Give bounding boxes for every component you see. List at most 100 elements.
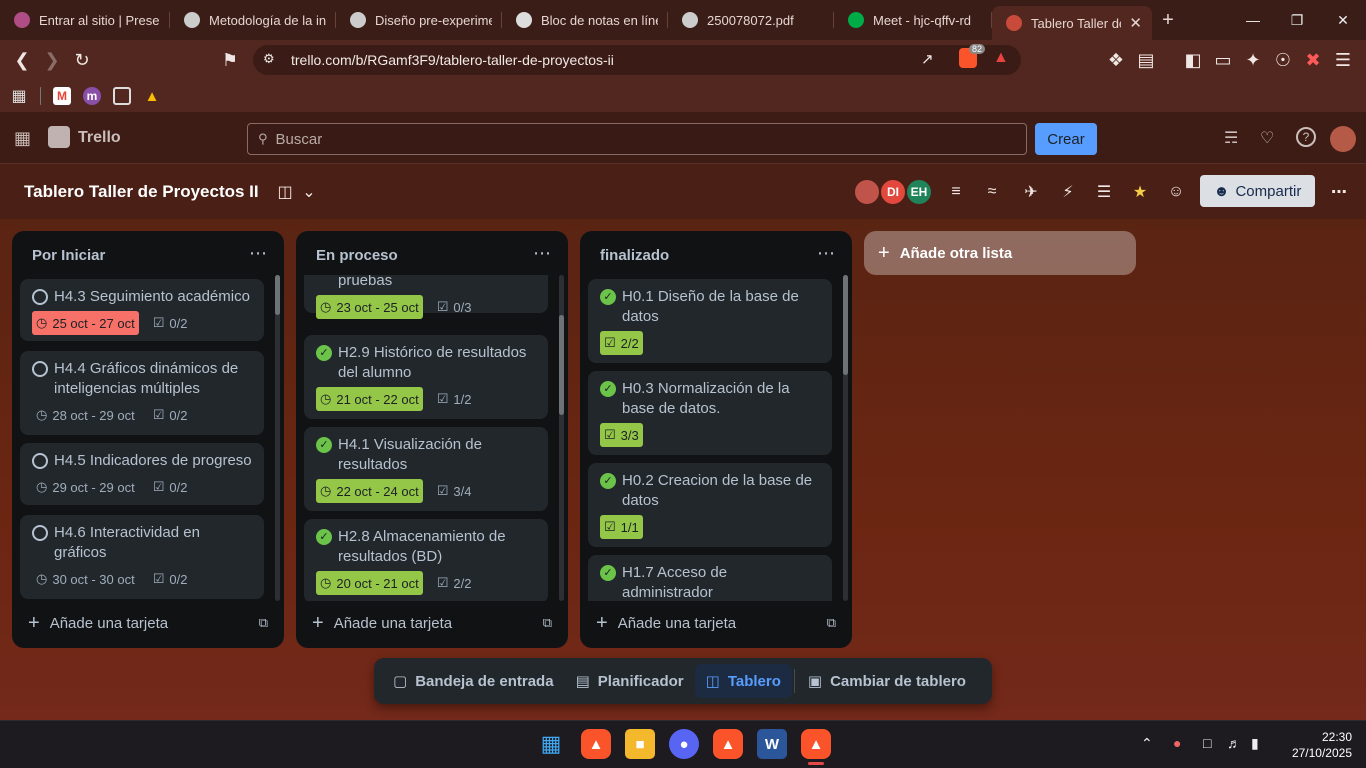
due-date-badge[interactable]: ◷ 29 oct - 29 oct <box>32 475 139 499</box>
classroom-icon[interactable] <box>113 87 131 105</box>
moodle-bookmark-icon[interactable]: m <box>83 87 101 105</box>
reload-icon[interactable]: ↻ <box>67 45 97 75</box>
avatar[interactable] <box>1330 126 1356 152</box>
list-menu-icon[interactable]: ⋯ <box>533 243 552 264</box>
add-card-button[interactable]: + Añade una tarjeta ⧉ <box>28 608 268 638</box>
close-tab-icon[interactable]: ✕ <box>1129 14 1142 32</box>
member-avatar[interactable]: EH <box>905 178 933 206</box>
card[interactable]: ✓H1.7 Acceso de administrador◷18 sept - … <box>588 555 832 601</box>
board-view-icon[interactable]: ◫ <box>274 181 296 203</box>
site-info-icon[interactable]: ⚙ <box>263 51 275 67</box>
list-scrollbar[interactable] <box>275 275 280 601</box>
check-circle-icon[interactable] <box>32 361 48 377</box>
card[interactable]: ✓ H0.3 Normalización de la base de datos.… <box>588 371 832 455</box>
apps-grid-icon[interactable]: ▦ <box>10 87 28 105</box>
list-title[interactable]: finalizado <box>600 247 669 264</box>
list-menu-icon[interactable]: ⋯ <box>817 243 836 264</box>
sidebar-icon[interactable]: ◧ <box>1178 45 1208 75</box>
brave-rewards-icon[interactable]: ▲ <box>993 49 1009 67</box>
file-explorer-icon[interactable]: ■ <box>625 729 655 759</box>
switch-board-button[interactable]: ▣ Cambiar de tablero <box>797 664 977 698</box>
network-icon[interactable]: □ <box>1203 735 1211 751</box>
gmail-icon[interactable]: M <box>53 87 71 105</box>
battery-icon[interactable]: ▮ <box>1251 735 1259 752</box>
microphone-icon[interactable]: ● <box>1173 735 1181 751</box>
close-window-icon[interactable]: ✕ <box>1320 0 1366 40</box>
card[interactable]: H4.6 Interactividad en gráficos ◷ 30 oct -… <box>20 515 264 599</box>
browser-tab[interactable]: Meet - hjc-qffv-rd <box>834 0 992 40</box>
windows-start-icon[interactable]: ▦ <box>536 729 566 759</box>
card[interactable]: ✓ H4.1 Visualización de resultados ◷ 22 oct… <box>304 427 548 511</box>
wallet-icon[interactable]: ▭ <box>1208 45 1238 75</box>
chevron-up-icon[interactable]: ⌃ <box>1141 735 1153 752</box>
trello-wordmark[interactable]: Trello <box>78 129 121 147</box>
board-button[interactable]: ◫ Tablero <box>694 664 792 698</box>
help-icon[interactable]: ? <box>1296 127 1316 147</box>
search-input[interactable]: ⚲ Buscar <box>247 123 1027 155</box>
chevron-down-icon[interactable]: ⌄ <box>298 181 320 203</box>
scrollbar-thumb[interactable] <box>843 275 848 375</box>
leo-icon[interactable]: ✦ <box>1238 45 1268 75</box>
back-icon[interactable]: ❮ <box>7 45 37 75</box>
due-date-badge[interactable]: ◷ 25 oct - 27 oct <box>32 311 139 335</box>
due-date-badge[interactable]: ◷ 28 oct - 29 oct <box>32 403 139 427</box>
check-complete-icon[interactable]: ✓ <box>600 381 616 397</box>
card[interactable]: ✓ H0.2 Creacion de la base de datos ☑ 1/1 <box>588 463 832 547</box>
brave-active-icon[interactable]: ▲ <box>801 729 831 759</box>
filter-icon[interactable]: ☰ <box>1093 181 1115 203</box>
power-ups-icon[interactable]: ✈ <box>1020 181 1042 203</box>
bookmark-icon[interactable]: ⚑ <box>215 45 245 75</box>
due-date-badge[interactable]: ◷ 30 oct - 30 oct <box>32 567 139 591</box>
list-scrollbar[interactable] <box>843 275 848 601</box>
trello-logo-icon[interactable] <box>48 126 70 148</box>
card-template-icon[interactable]: ⧉ <box>827 615 836 631</box>
visibility-icon[interactable]: ☺ <box>1165 181 1187 203</box>
share-button[interactable]: ☻ Compartir <box>1200 175 1315 207</box>
check-complete-icon[interactable]: ✓ <box>316 345 332 361</box>
browser-tab[interactable]: Metodología de la inv <box>170 0 336 40</box>
card[interactable]: H4.3 Seguimiento académico ◷ 25 oct - 27 o… <box>20 279 264 341</box>
word-icon[interactable]: W <box>757 729 787 759</box>
card[interactable]: pruebas ◷ 23 oct - 25 oct ☑ 0/3 <box>304 275 548 319</box>
brave-taskbar-icon[interactable]: ▲ <box>581 729 611 759</box>
url-field[interactable]: ⚙ trello.com/b/RGamf3F9/tablero-taller-d… <box>253 44 1021 75</box>
due-date-badge[interactable]: ◷ 22 oct - 24 oct <box>316 479 423 503</box>
check-complete-icon[interactable]: ✓ <box>600 473 616 489</box>
check-circle-icon[interactable] <box>32 525 48 541</box>
due-date-badge[interactable]: ◷ 20 oct - 21 oct <box>316 571 423 595</box>
list-title[interactable]: En proceso <box>316 247 398 264</box>
volume-icon[interactable]: ♬ <box>1227 735 1241 751</box>
discord-icon[interactable]: ● <box>669 729 699 759</box>
check-circle-icon[interactable] <box>32 453 48 469</box>
add-card-button[interactable]: + Añade una tarjeta ⧉ <box>596 608 836 638</box>
add-list-button[interactable]: + Añade otra lista <box>864 231 1136 275</box>
member-avatar[interactable] <box>853 178 881 206</box>
extensions-icon[interactable]: ❖ <box>1101 45 1131 75</box>
menu-icon[interactable]: ☰ <box>1328 45 1358 75</box>
card[interactable]: ✓ H0.1 Diseño de la base de datos ☑ 2/2 <box>588 279 832 363</box>
card[interactable]: ✓ H2.9 Histórico de resultados del alumno… <box>304 335 548 419</box>
card[interactable]: H4.5 Indicadores de progreso ◷ 29 oct - 29… <box>20 443 264 505</box>
check-complete-icon[interactable]: ✓ <box>600 289 616 305</box>
card-template-icon[interactable]: ⧉ <box>259 615 268 631</box>
due-date-badge[interactable]: ◷ 21 oct - 22 oct <box>316 387 423 411</box>
due-date-badge[interactable]: ◷ 23 oct - 25 oct <box>316 295 423 319</box>
list-scrollbar[interactable] <box>559 275 564 601</box>
planner-button[interactable]: ▤ Planificador <box>565 664 695 698</box>
bell-icon[interactable]: ♡ <box>1260 128 1274 148</box>
browser-tab[interactable]: Tablero Taller de ✕ <box>992 6 1152 40</box>
forward-icon[interactable]: ❯ <box>37 45 67 75</box>
inbox-button[interactable]: ▢ Bandeja de entrada <box>382 664 565 698</box>
member-avatar[interactable]: DI <box>879 178 907 206</box>
brave-profile-icon[interactable]: ▲ <box>713 729 743 759</box>
reader-icon[interactable]: ▤ <box>1131 45 1161 75</box>
add-card-button[interactable]: + Añade una tarjeta ⧉ <box>312 608 552 638</box>
card-template-icon[interactable]: ⧉ <box>543 615 552 631</box>
browser-tab[interactable]: 250078072.pdf <box>668 0 834 40</box>
new-tab-icon[interactable]: + <box>1152 9 1184 32</box>
browser-tab[interactable]: Bloc de notas en línea <box>502 0 668 40</box>
star-icon[interactable]: ★ <box>1129 181 1151 203</box>
check-circle-icon[interactable] <box>32 289 48 305</box>
share-icon[interactable]: ↗ <box>921 50 934 68</box>
profile-icon[interactable]: ✖ <box>1298 45 1328 75</box>
